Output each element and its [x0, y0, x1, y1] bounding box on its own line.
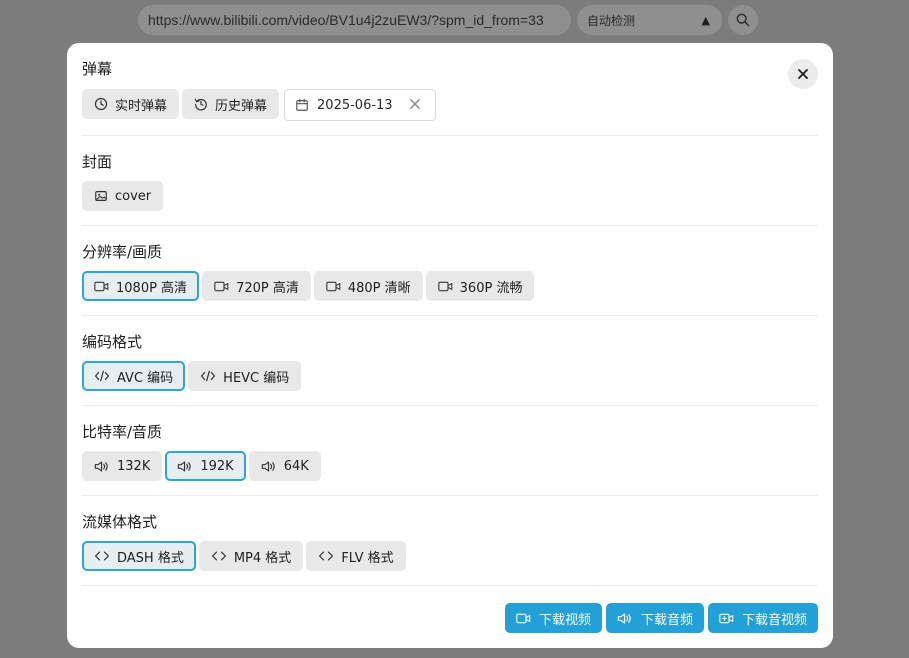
bitrate-title: 比特率/音质	[82, 423, 163, 441]
cover-section: 封面 cover	[82, 136, 818, 226]
source-select-label: 自动检测	[587, 13, 636, 28]
realtime-danmaku-button[interactable]: 实时弹幕	[82, 89, 180, 119]
download-audio-button[interactable]: 下载音频	[605, 603, 704, 633]
download-video-label: 下载视频	[538, 612, 591, 628]
resolution-section: 分辨率/画质 1080P 高清 720P 高清 480P 清晰 360P 流畅	[82, 226, 818, 316]
stream-mp4-label: MP4 格式	[233, 550, 292, 566]
bitrate-192k-label: 192K	[200, 458, 234, 474]
top-bar: 自动检测 ▲	[138, 5, 758, 35]
stream-dash-button[interactable]: DASH 格式	[82, 541, 196, 571]
resolution-720p-label: 720P 高清	[236, 280, 299, 296]
download-audio-label: 下载音频	[640, 612, 693, 628]
date-value: 2025-06-13	[317, 97, 393, 113]
brackets-icon	[319, 551, 334, 561]
cover-options: cover	[82, 181, 164, 211]
download-both-button[interactable]: 下载音视频	[707, 603, 818, 633]
bitrate-section: 比特率/音质 132K 192K 64K	[82, 406, 818, 496]
video-audio-icon	[719, 613, 734, 623]
bitrate-options: 132K 192K 64K	[82, 451, 321, 481]
stream-flv-label: FLV 格式	[341, 550, 394, 566]
history-icon	[194, 98, 207, 111]
codec-section: 编码格式 AVC 编码 HEVC 编码	[82, 316, 818, 406]
stream-mp4-button[interactable]: MP4 格式	[198, 541, 304, 571]
resolution-1080p-button[interactable]: 1080P 高清	[82, 271, 200, 301]
download-both-label: 下载音视频	[741, 612, 807, 628]
stream-section: 流媒体格式 DASH 格式 MP4 格式 FLV 格式	[82, 496, 818, 586]
stream-flv-button[interactable]: FLV 格式	[306, 541, 406, 571]
speaker-icon	[617, 612, 631, 624]
caret-up-icon: ▲	[701, 13, 710, 27]
history-danmaku-button[interactable]: 历史弹幕	[182, 89, 280, 119]
danmaku-section: 弹幕 实时弹幕 历史弹幕 2025-06-13	[82, 43, 818, 136]
video-camera-icon	[94, 281, 109, 291]
codec-options: AVC 编码 HEVC 编码	[82, 361, 302, 391]
search-icon	[736, 13, 750, 27]
speaker-icon	[178, 460, 192, 472]
cover-label: cover	[115, 188, 152, 204]
resolution-options: 1080P 高清 720P 高清 480P 清晰 360P 流畅	[82, 271, 535, 301]
url-input[interactable]	[138, 5, 571, 35]
codec-hevc-button[interactable]: HEVC 编码	[188, 361, 302, 391]
date-picker[interactable]: 2025-06-13	[284, 89, 437, 121]
download-modal: 弹幕 实时弹幕 历史弹幕 2025-06-13 封面 cover 分辨率/画质 …	[67, 43, 833, 648]
resolution-480p-label: 480P 清晰	[347, 280, 411, 296]
cover-title: 封面	[82, 153, 113, 171]
brackets-icon	[211, 551, 226, 561]
bitrate-192k-button[interactable]: 192K	[165, 451, 246, 481]
history-danmaku-label: 历史弹幕	[215, 98, 268, 114]
search-button[interactable]	[728, 5, 758, 35]
resolution-480p-button[interactable]: 480P 清晰	[313, 271, 423, 301]
image-icon	[95, 191, 107, 201]
code-icon	[201, 370, 216, 382]
speaker-icon	[94, 460, 108, 472]
source-select[interactable]: 自动检测 ▲	[577, 5, 722, 35]
stream-dash-label: DASH 格式	[117, 550, 184, 566]
speaker-icon	[261, 460, 275, 472]
codec-title: 编码格式	[82, 333, 143, 351]
clock-icon	[94, 97, 108, 111]
download-video-button[interactable]: 下载视频	[504, 603, 602, 633]
download-actions: 下载视频 下载音频 下载音视频	[504, 603, 818, 633]
danmaku-options: 实时弹幕 历史弹幕 2025-06-13	[82, 89, 437, 121]
codec-hevc-label: HEVC 编码	[223, 370, 290, 386]
clear-date-icon[interactable]	[409, 98, 421, 110]
bitrate-132k-button[interactable]: 132K	[82, 451, 163, 481]
codec-avc-button[interactable]: AVC 编码	[82, 361, 186, 391]
cover-button[interactable]: cover	[82, 181, 164, 211]
bitrate-132k-label: 132K	[117, 458, 151, 474]
resolution-360p-label: 360P 流畅	[459, 280, 523, 296]
code-icon	[94, 370, 110, 382]
realtime-danmaku-label: 实时弹幕	[115, 98, 168, 114]
danmaku-title: 弹幕	[82, 60, 113, 78]
resolution-1080p-label: 1080P 高清	[116, 280, 188, 296]
video-camera-icon	[516, 613, 531, 623]
stream-title: 流媒体格式	[82, 513, 158, 531]
brackets-icon	[94, 551, 110, 561]
video-camera-icon	[214, 281, 229, 291]
resolution-360p-button[interactable]: 360P 流畅	[425, 271, 535, 301]
codec-avc-label: AVC 编码	[117, 370, 174, 386]
resolution-720p-button[interactable]: 720P 高清	[202, 271, 311, 301]
calendar-icon	[296, 98, 308, 111]
video-camera-icon	[326, 281, 341, 291]
bitrate-64k-button[interactable]: 64K	[248, 451, 321, 481]
video-camera-icon	[437, 281, 452, 291]
bitrate-64k-label: 64K	[283, 458, 309, 474]
resolution-title: 分辨率/画质	[82, 243, 163, 261]
stream-options: DASH 格式 MP4 格式 FLV 格式	[82, 541, 406, 571]
